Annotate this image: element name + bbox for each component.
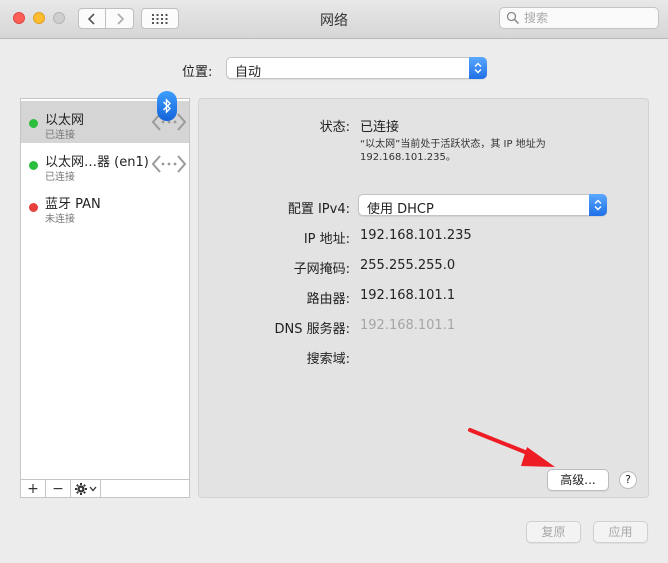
location-select[interactable]: 自动 [226, 57, 487, 80]
status-value: 已连接 [360, 120, 400, 135]
dns-server-label: DNS 服务器: [274, 322, 351, 337]
location-label: 位置: [182, 65, 213, 80]
service-list: 以太网 已连接 以太网…器 (en1) 已连接 蓝牙 PAN 未连接 [20, 98, 190, 498]
configure-ipv4-select[interactable]: 使用 DHCP [358, 194, 607, 217]
chevron-down-icon [89, 486, 96, 491]
location-value: 自动 [235, 65, 262, 80]
remove-service-button[interactable]: − [46, 480, 71, 497]
gear-icon [74, 482, 87, 495]
action-menu-button[interactable] [71, 480, 101, 497]
advanced-button[interactable]: 高级... [547, 469, 609, 491]
status-description: “以太网”当前处于活跃状态，其 IP 地址为 192.168.101.235。 [360, 139, 546, 163]
ip-address-label: IP 地址: [303, 232, 350, 247]
help-button[interactable]: ? [619, 471, 637, 489]
title-bar: 网络 [0, 0, 668, 39]
service-item-ethernet-en1[interactable]: 以太网…器 (en1) 已连接 [21, 143, 189, 185]
search-input[interactable] [524, 11, 644, 25]
ip-address-value: 192.168.101.235 [360, 228, 472, 243]
status-label: 状态: [319, 120, 350, 135]
status-dot [29, 119, 38, 128]
configure-ipv4-label: 配置 IPv4: [287, 202, 350, 217]
bluetooth-icon [157, 91, 177, 121]
status-dot [29, 203, 38, 212]
dns-server-value: 192.168.101.1 [360, 318, 456, 333]
revert-button[interactable]: 复原 [526, 521, 581, 543]
service-status: 已连接 [45, 130, 75, 141]
service-item-bluetooth-pan[interactable]: 蓝牙 PAN 未连接 [21, 185, 189, 227]
add-service-button[interactable]: + [21, 480, 46, 497]
ethernet-icon [152, 155, 186, 173]
subnet-mask-label: 子网掩码: [293, 262, 350, 277]
popup-arrows-icon [589, 194, 607, 216]
configure-ipv4-value: 使用 DHCP [367, 202, 434, 217]
search-icon [506, 11, 520, 25]
search-field[interactable] [499, 7, 659, 29]
service-status: 未连接 [45, 214, 75, 225]
apply-button[interactable]: 应用 [593, 521, 648, 543]
search-domain-label: 搜索域: [306, 352, 350, 367]
service-status: 已连接 [45, 172, 75, 183]
status-dot [29, 161, 38, 170]
annotation-arrow-icon [468, 428, 555, 467]
service-list-toolbar: + − [20, 479, 190, 498]
popup-arrows-icon [469, 57, 487, 79]
router-value: 192.168.101.1 [360, 288, 456, 303]
router-label: 路由器: [306, 292, 350, 307]
subnet-mask-value: 255.255.255.0 [360, 258, 456, 273]
